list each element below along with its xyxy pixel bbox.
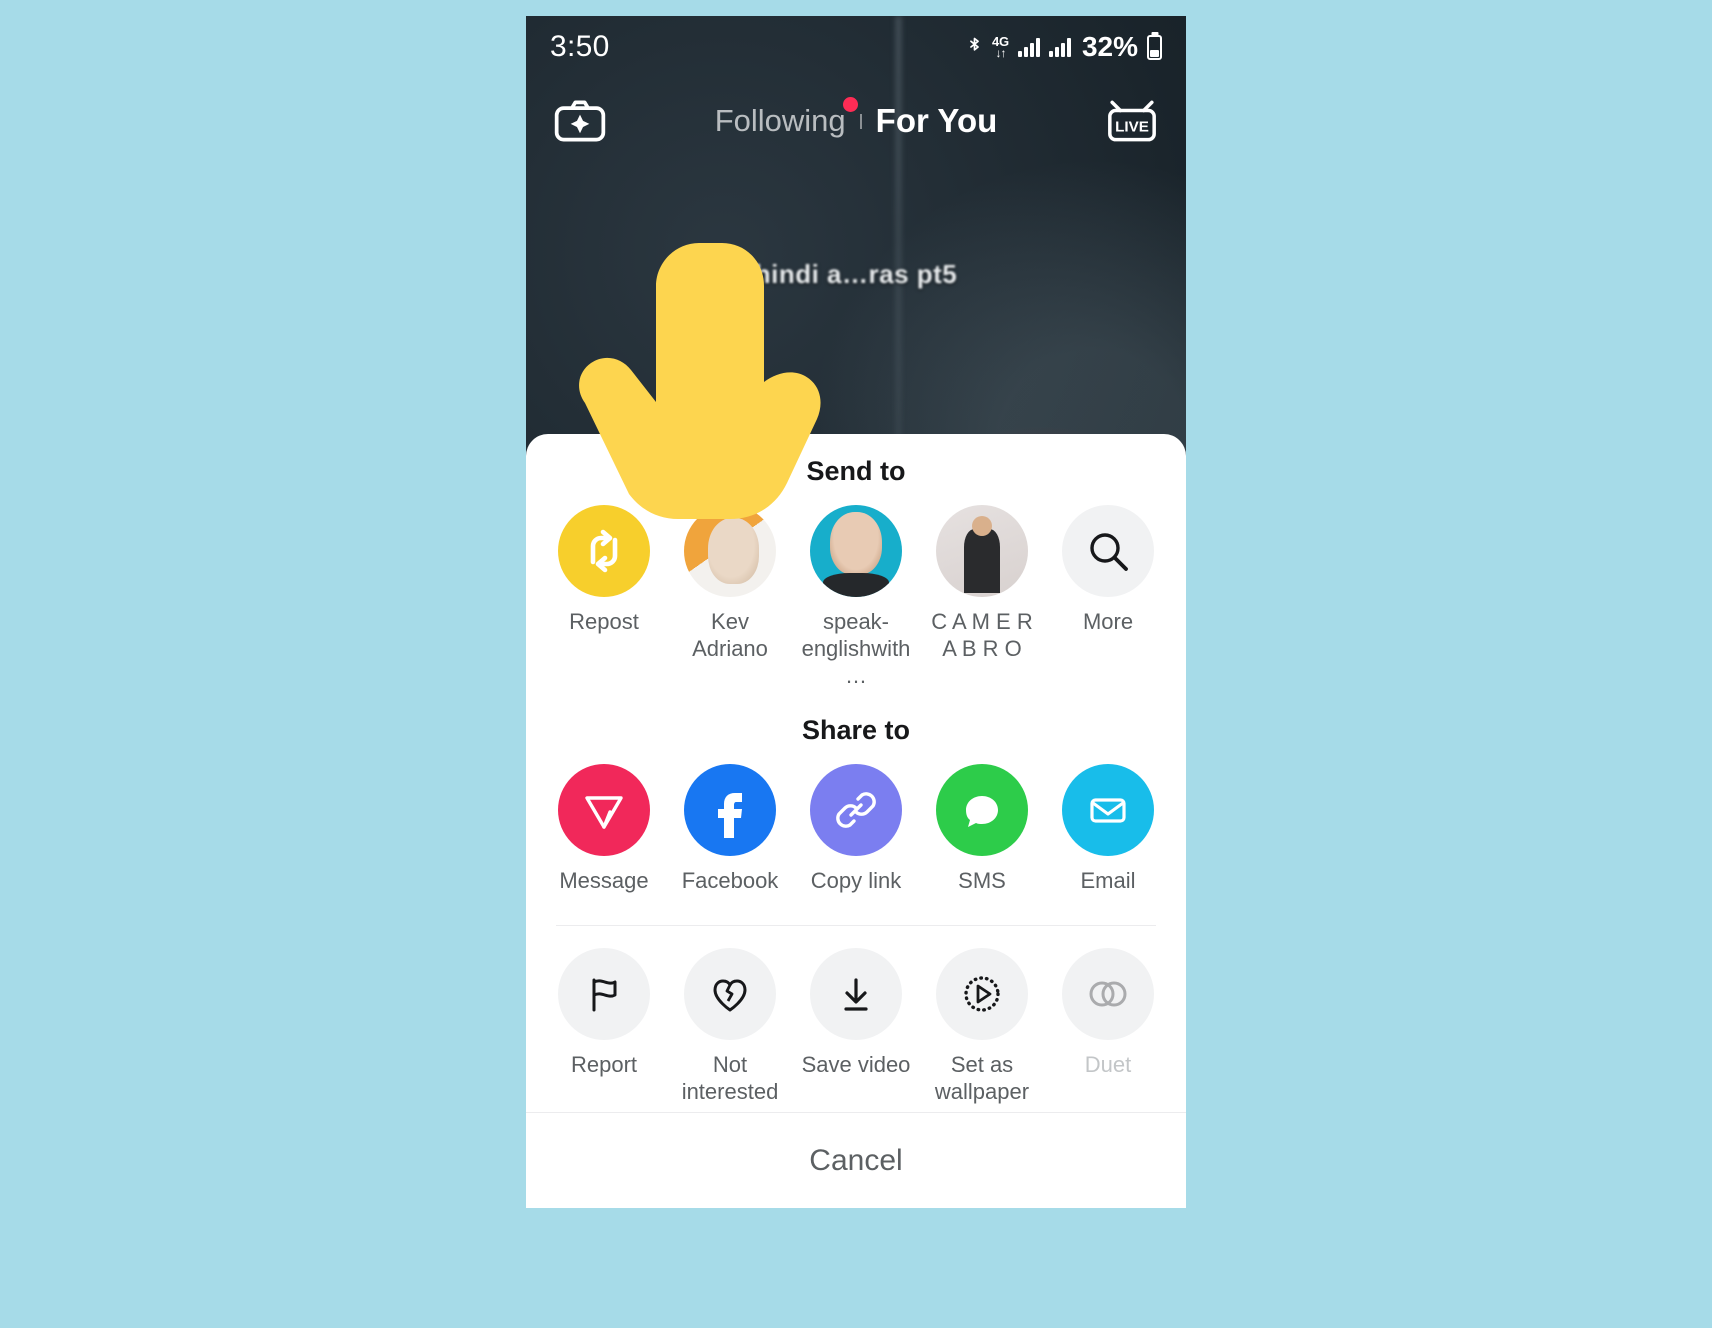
send-to-label: More [1082,609,1134,634]
send-to-item-speakenglishwith[interactable]: speak-englishwith… [800,505,912,689]
live-icon[interactable]: LIVE [1104,97,1160,145]
broken-heart-icon [684,948,776,1041]
sheet-divider [556,925,1156,927]
share-to-item-sms[interactable]: SMS [926,764,1038,895]
tab-following-label: Following [714,103,846,138]
share-to-label: Email [1080,868,1136,894]
send-to-item-camerabro[interactable]: C A M E R A B R O [926,505,1038,689]
send-to-item-kev-adriano[interactable]: Kev Adriano [674,505,786,689]
search-icon [1062,505,1154,597]
network-arrows-icon: ↓↑ [995,46,1006,60]
signal-bars-sim2-icon [1048,37,1071,57]
tab-for-you[interactable]: For You [876,102,998,140]
share-to-item-email[interactable]: Email [1052,764,1164,895]
action-item-not-interested[interactable]: Not interested [674,948,786,1106]
share-to-title: Share to [801,715,911,746]
following-notification-dot [842,97,858,112]
send-to-label: speak-englishwith… [801,609,911,688]
dotted-play-icon [936,948,1028,1041]
share-to-label: SMS [958,868,1006,894]
action-item-report[interactable]: Report [548,948,660,1106]
share-sheet: Send to Repost Kev Adriano speak-english… [526,434,1186,1208]
action-row: Report Not interested Save video Set as … [526,948,1186,1106]
action-item-save-video[interactable]: Save video [800,948,912,1106]
bluetooth-icon [970,37,979,51]
send-to-item-repost[interactable]: Repost [548,505,660,689]
share-to-item-facebook[interactable]: Facebook [674,764,786,895]
camera-effects-icon[interactable] [552,97,608,145]
send-to-label: C A M E R A B R O [931,609,1033,661]
signal-bars-sim1-icon [1017,37,1040,57]
video-top-nav: Following For You LIVE [526,86,1186,156]
tab-following[interactable]: Following [714,97,858,139]
action-label: Not interested [681,1052,779,1105]
status-indicators: 4G ↓↑ 32% [966,31,1162,63]
download-icon [810,948,902,1041]
send-to-row: Repost Kev Adriano speak-englishwith… C … [526,505,1186,689]
send-to-label: Kev Adriano [692,609,768,661]
svg-text:LIVE: LIVE [1115,119,1149,136]
tab-divider [859,113,862,129]
share-to-item-copy-link[interactable]: Copy link [800,764,912,895]
action-item-duet: Duet [1052,948,1164,1106]
share-to-row: Message Facebook Copy link SMS Email [526,764,1186,895]
battery-icon [1147,34,1162,60]
action-item-set-as-wallpaper[interactable]: Set as wallpaper [926,948,1038,1106]
action-label: Report [570,1052,638,1078]
envelope-icon [1062,764,1154,857]
phone-screen: 3:50 4G ↓↑ 32% Following For You LIVE hi… [526,16,1186,1208]
flag-icon [558,948,650,1041]
duet-circles-icon [1062,948,1154,1041]
send-to-item-more[interactable]: More [1052,505,1164,689]
pointing-hand-cursor [579,243,821,519]
chat-bubble-icon [936,764,1028,857]
facebook-icon [684,764,776,857]
send-to-label: Repost [569,609,639,634]
chain-link-icon [810,764,902,857]
share-to-label: Facebook [681,868,779,894]
action-label: Duet [1084,1052,1132,1078]
status-bar: 3:50 4G ↓↑ 32% [526,16,1186,78]
action-label: Set as wallpaper [934,1052,1030,1105]
feed-tabs: Following For You [526,97,1186,140]
share-to-item-message[interactable]: Message [548,764,660,895]
battery-percent: 32% [1081,31,1138,62]
network-type-indicator: 4G ↓↑ [992,35,1009,59]
share-to-label: Message [559,868,649,894]
cancel-button[interactable]: Cancel [526,1112,1186,1208]
share-to-label: Copy link [810,868,902,894]
action-label: Save video [801,1052,911,1078]
paper-plane-icon [558,764,650,857]
avatar [936,505,1028,597]
status-clock: 3:50 [550,30,610,63]
